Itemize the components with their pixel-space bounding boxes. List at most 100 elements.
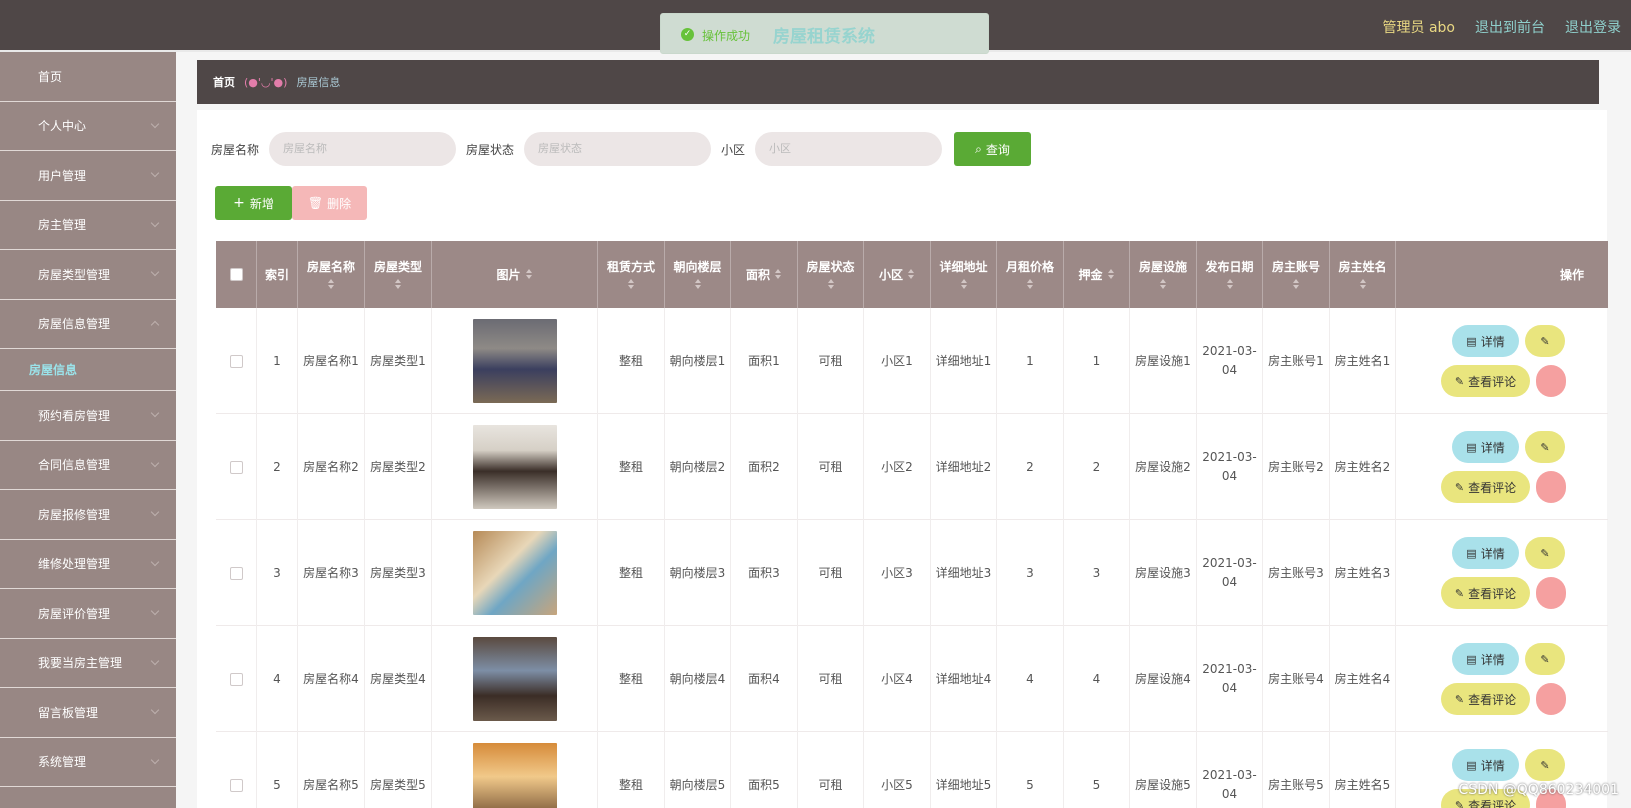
add-button[interactable]: + 新增	[215, 186, 292, 220]
query-button[interactable]: ⌕ 查询	[954, 132, 1032, 166]
sidebar-item-viewing[interactable]: 预约看房管理	[0, 391, 176, 441]
col-owner-account[interactable]: 房主账号	[1263, 241, 1330, 308]
house-photo[interactable]	[472, 319, 557, 403]
delete-row-button[interactable]	[1536, 471, 1566, 503]
detail-button-label: 详情	[1480, 334, 1505, 349]
col-deposit[interactable]: 押金	[1064, 241, 1130, 308]
view-reviews-button[interactable]: ✎ 查看评论	[1441, 365, 1530, 397]
detail-button[interactable]: ▤ 详情	[1452, 643, 1519, 675]
sort-icon[interactable]	[1292, 279, 1300, 291]
sort-icon[interactable]	[774, 268, 782, 281]
col-status[interactable]: 房屋状态	[798, 241, 864, 308]
edit-button[interactable]: ✎	[1525, 643, 1565, 675]
sort-icon[interactable]	[1159, 279, 1167, 291]
house-photo[interactable]	[472, 637, 557, 721]
sidebar-item-repairs[interactable]: 房屋报修管理	[0, 490, 176, 540]
row-checkbox[interactable]	[229, 566, 243, 580]
home-icon	[18, 70, 30, 82]
edit-button[interactable]: ✎	[1525, 749, 1565, 781]
sort-icon[interactable]	[960, 279, 968, 291]
exit-to-front-link[interactable]: 退出到前台	[1475, 17, 1545, 37]
house-photo[interactable]	[472, 743, 557, 808]
sort-icon[interactable]	[1107, 268, 1115, 281]
add-button-label: 新增	[249, 196, 274, 211]
view-reviews-button[interactable]: ✎ 查看评论	[1441, 683, 1530, 715]
col-address[interactable]: 详细地址	[931, 241, 997, 308]
col-name[interactable]: 房屋名称	[298, 241, 365, 308]
sort-icon[interactable]	[694, 279, 702, 291]
sort-icon[interactable]	[394, 279, 402, 291]
community-input[interactable]: 小区	[755, 132, 943, 166]
detail-button[interactable]: ▤ 详情	[1452, 537, 1519, 569]
logout-link[interactable]: 退出登录	[1565, 17, 1621, 37]
col-floor[interactable]: 朝向楼层	[665, 241, 731, 308]
gear-icon	[18, 756, 30, 768]
col-area[interactable]: 面积	[731, 241, 798, 308]
edit-button[interactable]: ✎	[1525, 431, 1565, 463]
row-checkbox[interactable]	[229, 354, 243, 368]
row-checkbox[interactable]	[229, 778, 243, 792]
sidebar-item-users[interactable]: 用户管理	[0, 151, 176, 201]
sidebar-item-house-types[interactable]: 房屋类型管理	[0, 250, 176, 300]
sidebar-item-messages[interactable]: 留言板管理	[0, 688, 176, 738]
cell-lease: 整租	[598, 732, 665, 808]
sidebar-item-house-info[interactable]: 房屋信息管理	[0, 300, 176, 349]
sidebar-item-reviews[interactable]: 房屋评价管理	[0, 589, 176, 639]
sort-icon[interactable]	[525, 268, 533, 281]
cell-status: 可租	[798, 626, 864, 732]
detail-button[interactable]: ▤ 详情	[1452, 431, 1519, 463]
row-select-cell	[216, 626, 257, 732]
cell-name: 房屋名称5	[298, 732, 365, 808]
cell-area: 面积4	[731, 626, 798, 732]
sidebar-item-contracts[interactable]: 合同信息管理	[0, 441, 176, 490]
view-reviews-button[interactable]: ✎ 查看评论	[1441, 577, 1530, 609]
sidebar-item-personal[interactable]: 个人中心	[0, 102, 176, 151]
delete-row-button[interactable]	[1536, 365, 1566, 397]
detail-button[interactable]: ▤ 详情	[1452, 749, 1519, 781]
delete-button[interactable]: 🗑 删除	[292, 186, 367, 220]
sidebar-item-system[interactable]: 系统管理	[0, 738, 176, 787]
house-status-input[interactable]: 房屋状态	[524, 132, 712, 166]
col-image[interactable]: 图片	[432, 241, 598, 308]
delete-row-button[interactable]	[1536, 683, 1566, 715]
house-name-input[interactable]: 房屋名称	[269, 132, 457, 166]
column-label: 房主姓名	[1338, 260, 1387, 274]
chevron-down-icon	[150, 507, 160, 517]
sort-icon[interactable]	[907, 268, 915, 281]
sidebar-item-home[interactable]: 首页	[0, 52, 176, 102]
sidebar-item-maintenance[interactable]: 维修处理管理	[0, 540, 176, 589]
col-price[interactable]: 月租价格	[997, 241, 1064, 308]
sort-icon[interactable]	[327, 279, 335, 291]
house-photo[interactable]	[472, 425, 557, 509]
row-checkbox[interactable]	[229, 672, 243, 686]
detail-button[interactable]: ▤ 详情	[1452, 325, 1519, 357]
edit-button[interactable]: ✎	[1525, 537, 1565, 569]
sort-icon[interactable]	[627, 279, 635, 291]
select-all-checkbox[interactable]	[229, 268, 243, 281]
sort-icon[interactable]	[1226, 279, 1234, 291]
breadcrumb-home[interactable]: 首页	[213, 74, 235, 90]
chevron-down-icon	[150, 168, 160, 178]
edit-button[interactable]: ✎	[1525, 325, 1565, 357]
sidebar-item-label: 个人中心	[38, 119, 87, 134]
view-reviews-button[interactable]: ✎ 查看评论	[1441, 471, 1530, 503]
col-date[interactable]: 发布日期	[1197, 241, 1263, 308]
sidebar-item-become-owner[interactable]: 我要当房主管理	[0, 639, 176, 688]
edit-icon: ✎	[1540, 440, 1550, 454]
sort-icon[interactable]	[1026, 279, 1034, 291]
col-owner-name[interactable]: 房主姓名	[1330, 241, 1396, 308]
sort-icon[interactable]	[827, 279, 835, 291]
delete-row-button[interactable]	[1536, 577, 1566, 609]
cell-address: 详细地址2	[931, 414, 997, 520]
row-checkbox[interactable]	[229, 460, 243, 474]
col-type[interactable]: 房屋类型	[365, 241, 432, 308]
sort-icon[interactable]	[1359, 279, 1367, 291]
sidebar-subitem-house-info[interactable]: 房屋信息	[0, 349, 176, 391]
cell-name: 房屋名称3	[298, 520, 365, 626]
house-photo[interactable]	[472, 531, 557, 615]
sidebar-item-owners[interactable]: 房主管理	[0, 201, 176, 250]
col-community[interactable]: 小区	[864, 241, 931, 308]
col-facility[interactable]: 房屋设施	[1130, 241, 1197, 308]
col-lease[interactable]: 租赁方式	[598, 241, 665, 308]
cell-floor: 朝向楼层1	[665, 308, 731, 414]
